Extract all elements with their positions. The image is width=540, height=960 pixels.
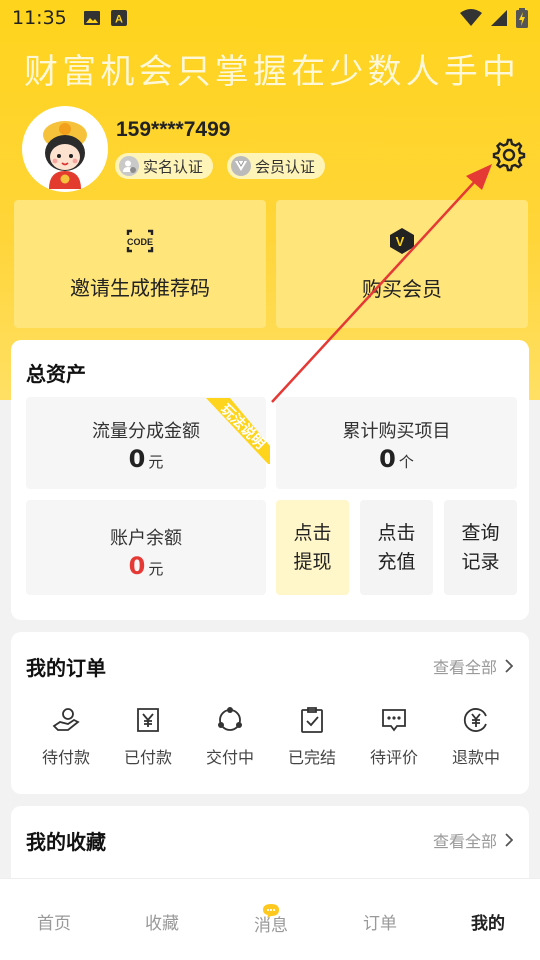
tab-orders[interactable]: 订单 [340,909,420,934]
my-favorites-title: 我的收藏 [26,830,106,854]
order-refunding[interactable]: 退款中 [436,706,516,768]
order-to-review[interactable]: 待评价 [354,706,434,768]
bottom-tab-bar: 首页 收藏 消息 订单 我的 [0,878,540,960]
tab-favorites-label: 收藏 [145,914,179,934]
tab-mine-label: 我的 [471,914,505,934]
order-completed-label: 已完结 [287,748,336,767]
favorites-view-all-label: 查看全部 [432,832,497,851]
orders-view-all[interactable]: 查看全部 [433,654,513,678]
order-pending-payment-label: 待付款 [41,748,90,767]
chevron-right-icon [505,833,513,847]
order-paid[interactable]: 已付款 [108,706,188,768]
tab-mine[interactable]: 我的 [448,909,528,934]
order-paid-label: 已付款 [123,748,172,767]
order-delivering-label: 交付中 [205,748,254,767]
order-refunding-label: 退款中 [451,748,500,767]
order-delivering[interactable]: 交付中 [190,706,270,768]
hand-money-icon [52,708,80,731]
tab-messages[interactable]: 消息 [231,904,311,936]
order-completed[interactable]: 已完结 [272,706,352,768]
tab-favorites[interactable]: 收藏 [122,909,202,934]
comment-icon [382,709,406,732]
refund-icon [463,708,487,732]
delivery-cycle-icon [218,707,242,731]
tab-home-label: 首页 [37,914,71,934]
favorites-view-all[interactable]: 查看全部 [433,828,513,852]
yen-receipt-icon [137,708,159,732]
clipboard-check-icon [301,707,323,733]
orders-view-all-label: 查看全部 [432,658,497,677]
message-bubble-icon [263,904,279,918]
tab-orders-label: 订单 [363,914,397,934]
order-pending-payment[interactable]: 待付款 [26,706,106,768]
order-to-review-label: 待评价 [369,748,418,767]
tab-home[interactable]: 首页 [14,909,94,934]
chevron-right-icon [505,659,513,673]
my-orders-title: 我的订单 [26,656,106,680]
